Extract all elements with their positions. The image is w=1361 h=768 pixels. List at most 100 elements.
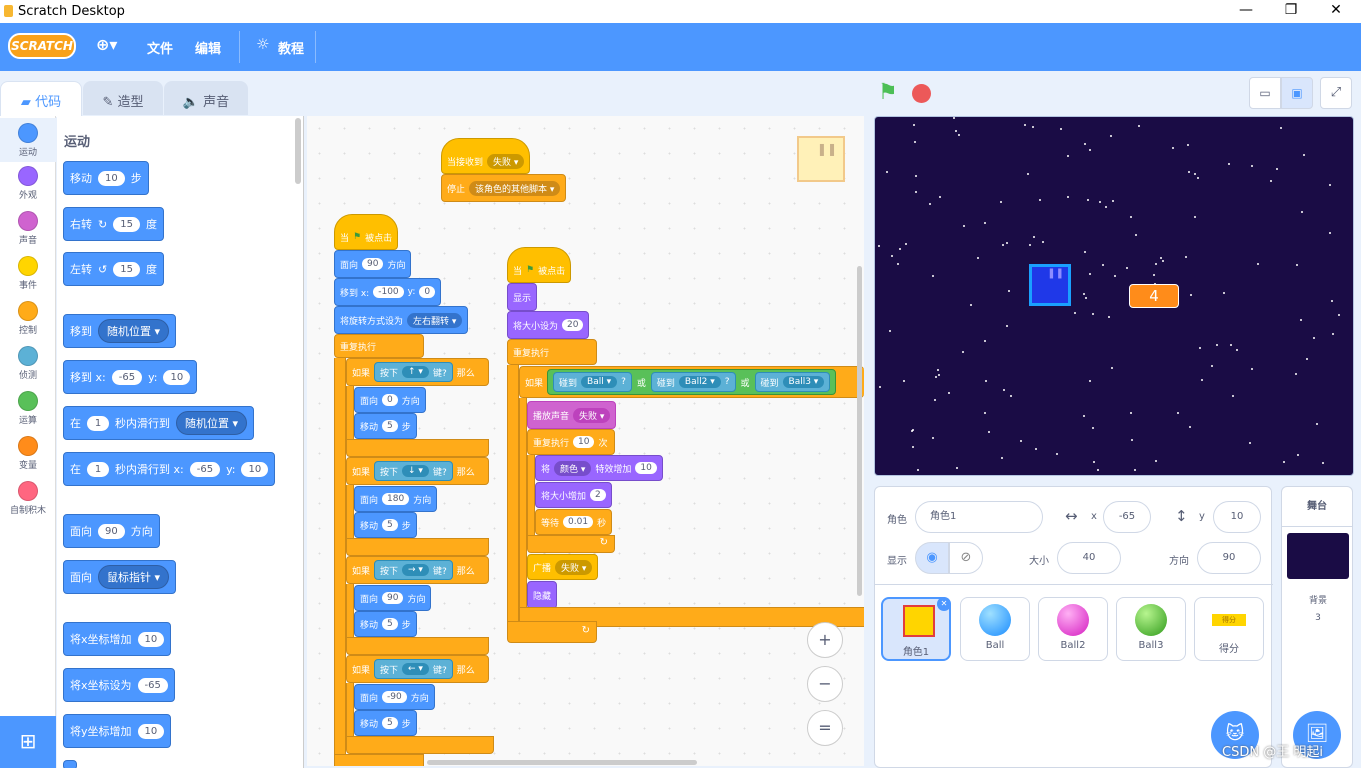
- block-set-size[interactable]: 将大小设为 20: [507, 311, 590, 339]
- block-input[interactable]: 5: [382, 717, 398, 729]
- block-change-x[interactable]: 将x坐标增加 10: [63, 622, 172, 656]
- block-input[interactable]: -65: [189, 461, 221, 477]
- small-stage-button[interactable]: ▭: [1249, 77, 1281, 109]
- block-input[interactable]: 90: [98, 523, 125, 539]
- hat-when-receive[interactable]: 当接收到 失败 ▾: [441, 138, 531, 174]
- block-dropdown[interactable]: ↑ ▾: [402, 366, 429, 378]
- block-goto-random[interactable]: 移到 随机位置 ▾: [63, 314, 177, 348]
- add-extension-button[interactable]: ⊞: [0, 716, 56, 768]
- block-input[interactable]: -65: [111, 369, 143, 385]
- block-move-steps[interactable]: 移动 5 步: [354, 413, 417, 439]
- block-point-direction[interactable]: 面向 -90 方向: [354, 684, 435, 710]
- block-turn-left[interactable]: 左转 ↺ 15 度: [63, 252, 164, 286]
- block-input[interactable]: 20: [562, 319, 584, 331]
- block-dropdown[interactable]: ↓ ▾: [402, 465, 429, 477]
- block-input[interactable]: 10: [241, 461, 269, 477]
- block-rotation-style[interactable]: 将旋转方式设为 左右翻转 ▾: [334, 306, 469, 334]
- block-show[interactable]: 显示: [507, 283, 538, 311]
- tutorials-menu[interactable]: 教程: [278, 38, 304, 57]
- or-operator[interactable]: 碰到 Ball ▾? 或 碰到 Ball2 ▾? 或 碰到 Ball3 ▾: [547, 369, 837, 395]
- block-dropdown[interactable]: 随机位置 ▾: [98, 319, 170, 343]
- block-dropdown[interactable]: 失败 ▾: [555, 559, 593, 575]
- block-move-steps[interactable]: 移动 5 步: [354, 512, 417, 538]
- palette-scrollbar[interactable]: [295, 118, 301, 184]
- file-menu[interactable]: 文件: [147, 38, 173, 57]
- workspace-hscrollbar[interactable]: [427, 760, 697, 765]
- category-motion[interactable]: 运动: [0, 118, 56, 162]
- block-glide-xy[interactable]: 在 1 秒内滑行到 x: -65 y: 10: [63, 452, 276, 486]
- block-point-direction[interactable]: 面向 0 方向: [354, 387, 426, 413]
- block-move-steps[interactable]: 移动 5 步: [354, 710, 417, 736]
- block-dropdown[interactable]: ← ▾: [402, 663, 429, 675]
- stop-icon[interactable]: [912, 84, 931, 103]
- block-input[interactable]: -100: [373, 286, 404, 298]
- key-pressed-up[interactable]: 按下 ↑ ▾ 键?: [374, 362, 453, 382]
- block-point-towards[interactable]: 面向 鼠标指针 ▾: [63, 560, 177, 594]
- block-forever[interactable]: 重复执行: [507, 339, 597, 365]
- key-pressed-down[interactable]: 按下 ↓ ▾ 键?: [374, 461, 453, 481]
- touching-ball2[interactable]: 碰到 Ball2 ▾?: [650, 372, 736, 392]
- zoom-reset-button[interactable]: =: [807, 710, 843, 746]
- block-set-x[interactable]: 将x坐标设为 -65: [63, 668, 175, 702]
- stage-canvas[interactable]: ❚❚ 4: [874, 116, 1354, 476]
- hat-flag-clicked[interactable]: 当 ⚑ 被点击: [507, 247, 572, 283]
- block-partial[interactable]: [63, 760, 77, 768]
- block-stop[interactable]: 停止 该角色的其他脚本 ▾: [441, 174, 567, 202]
- block-dropdown[interactable]: 颜色 ▾: [554, 460, 592, 476]
- direction-input[interactable]: 90: [1197, 542, 1261, 574]
- block-input[interactable]: 10: [163, 369, 191, 385]
- category-events[interactable]: 事件: [0, 256, 56, 291]
- zoom-out-button[interactable]: −: [807, 666, 843, 702]
- block-dropdown[interactable]: → ▾: [402, 564, 429, 576]
- block-if-up[interactable]: 如果 按下 ↑ ▾ 键? 那么: [346, 358, 489, 386]
- show-hidden-button[interactable]: ⊘: [949, 542, 983, 574]
- key-pressed-left[interactable]: 按下 ← ▾ 键?: [374, 659, 453, 679]
- sprite-thumb-ball3[interactable]: Ball3: [1116, 597, 1186, 661]
- block-input[interactable]: 0.01: [563, 516, 594, 528]
- block-move-steps[interactable]: 移动 10 步: [63, 161, 149, 195]
- size-input[interactable]: 40: [1057, 542, 1121, 574]
- sprite-thumb-ball2[interactable]: Ball2: [1038, 597, 1108, 661]
- block-dropdown[interactable]: Ball3 ▾: [782, 376, 825, 388]
- block-input[interactable]: 1: [87, 415, 109, 431]
- block-input[interactable]: 90: [382, 592, 404, 604]
- category-variables[interactable]: 变量: [0, 436, 56, 471]
- tab-code[interactable]: ▰ 代码: [0, 81, 82, 117]
- block-dropdown[interactable]: 失败 ▾: [573, 407, 611, 423]
- block-move-steps[interactable]: 移动 5 步: [354, 611, 417, 637]
- block-dropdown[interactable]: 左右翻转 ▾: [407, 312, 463, 328]
- touching-ball3[interactable]: 碰到 Ball3 ▾: [754, 372, 831, 392]
- block-input[interactable]: 90: [362, 258, 384, 270]
- category-control[interactable]: 控制: [0, 301, 56, 336]
- block-play-sound[interactable]: 播放声音 失败 ▾: [527, 401, 617, 429]
- x-input[interactable]: -65: [1103, 501, 1151, 533]
- block-input[interactable]: 180: [382, 493, 410, 505]
- block-dropdown[interactable]: Ball2 ▾: [678, 376, 721, 388]
- minimize-button[interactable]: —: [1226, 2, 1266, 18]
- script-workspace[interactable]: ❚❚ 当接收到 失败 ▾ 停止 该角色的其他脚本 ▾ 当 ⚑ 被点击 面向 90 方向 移到…: [307, 116, 864, 766]
- close-button[interactable]: ✕: [1316, 2, 1356, 18]
- block-repeat[interactable]: 重复执行 10 次: [527, 429, 615, 455]
- block-change-y[interactable]: 将y坐标增加 10: [63, 714, 172, 748]
- hat-flag-clicked[interactable]: 当 ⚑ 被点击: [334, 214, 399, 250]
- block-if-right[interactable]: 如果 按下 → ▾ 键? 那么: [346, 556, 489, 584]
- block-input[interactable]: 10: [137, 723, 165, 739]
- green-flag-icon[interactable]: ⚑: [878, 80, 898, 105]
- tab-sounds[interactable]: 🔈 声音: [164, 81, 248, 115]
- block-input[interactable]: -65: [137, 677, 168, 693]
- delete-sprite-icon[interactable]: ✕: [937, 597, 951, 611]
- score-display[interactable]: 4: [1129, 284, 1179, 308]
- show-visible-button[interactable]: ◉: [915, 542, 949, 574]
- zoom-in-button[interactable]: +: [807, 622, 843, 658]
- block-if-down[interactable]: 如果 按下 ↓ ▾ 键? 那么: [346, 457, 489, 485]
- touching-ball[interactable]: 碰到 Ball ▾?: [553, 372, 632, 392]
- block-turn-right[interactable]: 右转 ↻ 15 度: [63, 207, 164, 241]
- block-dropdown[interactable]: 随机位置 ▾: [176, 411, 248, 435]
- block-input[interactable]: 5: [382, 519, 398, 531]
- block-dropdown[interactable]: 鼠标指针 ▾: [98, 565, 170, 589]
- sprite-thumb-sprite1[interactable]: ✕ 角色1: [881, 597, 951, 661]
- block-input[interactable]: 10: [573, 436, 595, 448]
- sprite-name-input[interactable]: 角色1: [915, 501, 1043, 533]
- block-input[interactable]: 0: [382, 394, 398, 406]
- category-sensing[interactable]: 侦测: [0, 346, 56, 381]
